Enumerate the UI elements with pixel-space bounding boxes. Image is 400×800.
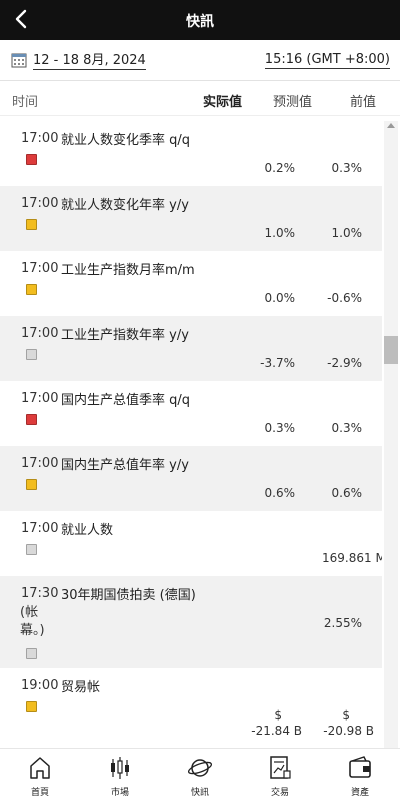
home-icon: [30, 757, 50, 779]
page-title: 快訊: [186, 14, 214, 30]
event-row[interactable]: 17:00 工业生产指数月率m/m 0.0% -0.6%: [0, 251, 382, 316]
importance-marker: [26, 701, 37, 712]
column-header: 时间 实际值 预测值 前值: [0, 82, 400, 116]
event-row[interactable]: 17:30 30年期国债拍卖 (德国) (帐幕。) 2.55%: [0, 576, 382, 668]
date-range-selector[interactable]: 12 - 18 8月, 2024: [33, 53, 146, 70]
tab-label: 快訊: [190, 788, 209, 798]
event-name: 就业人数变化季率 q/q: [61, 133, 191, 148]
event-row[interactable]: 17:00 国内生产总值季率 q/q 0.3% 0.3%: [0, 381, 382, 446]
event-row[interactable]: 17:00 就业人数 169.861 M: [0, 511, 382, 576]
event-time: 17:00: [21, 326, 59, 341]
candlestick-icon: [111, 757, 129, 779]
event-forecast-currency: $: [274, 708, 282, 722]
event-previous-currency: $: [342, 708, 350, 722]
event-name: 贸易帐: [61, 680, 101, 695]
importance-marker: [26, 154, 37, 165]
tab-market[interactable]: 市場: [80, 749, 160, 800]
event-name: 就业人数: [61, 523, 114, 538]
event-name: 30年期国债拍卖 (德国): [61, 588, 196, 603]
event-forecast: 0.3%: [264, 421, 296, 435]
event-name: 工业生产指数月率m/m: [61, 263, 195, 278]
column-forecast: 预测值: [273, 95, 313, 110]
event-time: 17:00: [21, 521, 59, 536]
importance-marker: [26, 414, 37, 425]
event-forecast: 1.0%: [264, 226, 296, 240]
tab-trade[interactable]: 交易: [240, 749, 320, 800]
tab-label: 首頁: [30, 788, 49, 798]
event-forecast: 0.2%: [264, 161, 296, 175]
scrollbar[interactable]: [384, 121, 398, 748]
event-row[interactable]: 17:00 就业人数变化季率 q/q 0.2% 0.3%: [0, 121, 382, 186]
event-row[interactable]: 17:00 工业生产指数年率 y/y -3.7% -2.9%: [0, 316, 382, 381]
importance-marker: [26, 544, 37, 555]
wallet-icon: [349, 756, 371, 778]
event-time: 17:00: [21, 456, 59, 471]
bottom-nav: 首頁 市場 快訊 交易 資產: [0, 748, 400, 800]
top-bar: 快訊: [0, 0, 400, 40]
event-name: 就业人数变化年率 y/y: [61, 198, 189, 213]
tab-news[interactable]: 快訊: [160, 749, 240, 800]
event-time: 17:00: [21, 391, 59, 406]
trade-document-icon: [270, 756, 291, 779]
importance-marker: [26, 648, 37, 659]
tab-label: 市場: [110, 788, 129, 798]
event-time: 17:30: [21, 586, 59, 601]
column-actual: 实际值: [203, 95, 243, 110]
event-time: 19:00: [21, 678, 59, 693]
event-forecast: -3.7%: [260, 356, 295, 370]
event-previous: 0.6%: [331, 486, 363, 500]
event-previous: 169.861 M: [322, 551, 382, 565]
event-forecast: 0.0%: [264, 291, 296, 305]
date-bar: 12 - 18 8月, 2024 15:16 (GMT +8:00): [0, 40, 400, 81]
event-time: 17:00: [21, 131, 59, 146]
tab-label: 資產: [350, 788, 369, 798]
event-time: 17:00: [21, 261, 59, 276]
column-time: 时间: [12, 95, 39, 110]
tab-assets[interactable]: 資產: [320, 749, 400, 800]
importance-marker: [26, 284, 37, 295]
importance-marker: [26, 219, 37, 230]
event-previous: 0.3%: [331, 161, 363, 175]
event-name-note: (帐幕。): [20, 605, 45, 638]
event-previous: -2.9%: [327, 356, 362, 370]
event-previous: 0.3%: [331, 421, 363, 435]
event-list: 17:00 就业人数变化季率 q/q 0.2% 0.3% 17:00 就业人数变…: [0, 121, 382, 748]
event-previous: 1.0%: [331, 226, 363, 240]
timezone-selector[interactable]: 15:16 (GMT +8:00): [264, 52, 390, 69]
event-time: 17:00: [21, 196, 59, 211]
event-row[interactable]: 17:00 国内生产总值年率 y/y 0.6% 0.6%: [0, 446, 382, 511]
event-name: 国内生产总值年率 y/y: [61, 458, 189, 473]
event-previous: 2.55%: [323, 616, 362, 630]
event-row[interactable]: 17:00 就业人数变化年率 y/y 1.0% 1.0%: [0, 186, 382, 251]
event-name: 国内生产总值季率 q/q: [61, 393, 191, 408]
event-previous: -0.6%: [327, 291, 362, 305]
event-row[interactable]: 19:00 贸易帐 $ -21.84 B $ -20.98 B: [0, 668, 382, 748]
calendar-icon[interactable]: [11, 52, 27, 68]
tab-home[interactable]: 首頁: [0, 749, 80, 800]
planet-icon: [188, 759, 212, 777]
importance-marker: [26, 349, 37, 360]
event-forecast: -21.84 B: [251, 724, 302, 738]
event-previous: -20.98 B: [323, 724, 374, 738]
event-name: 工业生产指数年率 y/y: [61, 328, 189, 343]
column-previous: 前值: [350, 95, 377, 110]
importance-marker: [26, 479, 37, 490]
scroll-up-arrow[interactable]: [387, 123, 395, 128]
event-forecast: 0.6%: [264, 486, 296, 500]
scrollbar-thumb[interactable]: [384, 336, 398, 364]
tab-label: 交易: [270, 788, 289, 798]
